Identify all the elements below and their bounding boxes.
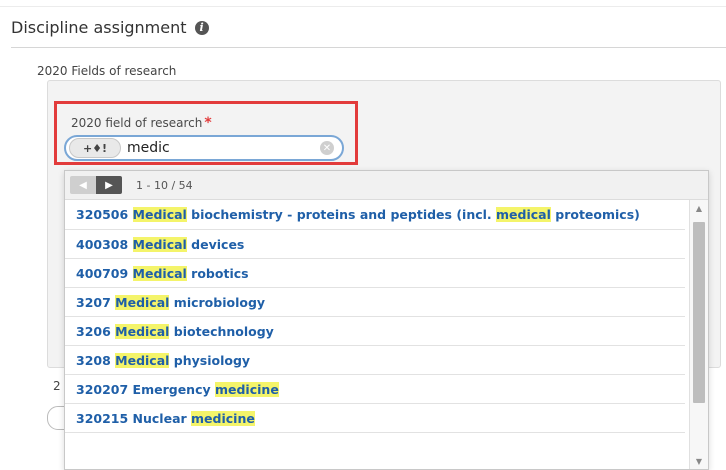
section-title-text: Discipline assignment <box>11 18 187 37</box>
field-of-research-search[interactable]: +♦! medic ✕ <box>64 135 344 161</box>
subsection-label: 2020 Fields of research <box>37 64 177 78</box>
match-highlight: Medical <box>115 324 170 339</box>
result-item[interactable]: 3208 Medical physiology <box>65 346 685 375</box>
result-text: biotechnology <box>169 324 274 339</box>
result-text: 320207 Emergency <box>76 382 215 397</box>
match-highlight: medicine <box>191 411 255 426</box>
result-text: 3206 <box>76 324 116 339</box>
secondary-field-label: 2 <box>53 379 61 393</box>
results-scrollbar[interactable]: ▲ ▼ <box>689 200 708 469</box>
match-highlight: Medical <box>115 353 170 368</box>
match-highlight: Medical <box>132 237 187 252</box>
result-text: microbiology <box>169 295 266 310</box>
result-text: biochemistry - proteins and peptides (in… <box>186 207 497 222</box>
previous-page-button[interactable]: ◀ <box>70 176 96 194</box>
scroll-thumb[interactable] <box>693 222 705 403</box>
match-highlight: medicine <box>214 382 279 397</box>
info-icon[interactable]: i <box>194 20 209 35</box>
match-highlight: Medical <box>132 207 187 222</box>
result-text: 400709 <box>76 266 133 281</box>
match-highlight: Medical <box>132 266 187 281</box>
results-dropdown: ◀ ▶ 1 - 10 / 54 320506 Medical biochemis… <box>64 170 709 470</box>
pager-range: 1 - 10 / 54 <box>136 178 193 192</box>
field-of-research-label: 2020 field of research * <box>71 115 212 131</box>
section-title: Discipline assignment i <box>11 18 209 37</box>
match-highlight: Medical <box>115 295 170 310</box>
search-input[interactable]: medic <box>127 140 320 156</box>
result-text: 400308 <box>76 237 133 252</box>
result-item[interactable]: 400709 Medical robotics <box>65 259 685 288</box>
result-item[interactable]: 400308 Medical devices <box>65 230 685 259</box>
result-text: 320215 Nuclear <box>76 411 192 426</box>
result-item[interactable]: 3207 Medical microbiology <box>65 288 685 317</box>
result-text: robotics <box>186 266 249 281</box>
field-label-text: 2020 field of research <box>71 116 203 130</box>
scroll-up-icon[interactable]: ▲ <box>690 200 708 216</box>
title-divider <box>11 47 726 48</box>
next-page-button[interactable]: ▶ <box>96 176 122 194</box>
top-divider <box>0 6 726 7</box>
result-text: 3207 <box>76 295 116 310</box>
scroll-down-icon[interactable]: ▼ <box>690 453 708 469</box>
search-mode-button[interactable]: +♦! <box>69 138 121 158</box>
result-item[interactable]: 320207 Emergency medicine <box>65 375 685 404</box>
match-highlight: medical <box>496 207 551 222</box>
result-text: 3208 <box>76 353 116 368</box>
clear-icon[interactable]: ✕ <box>320 141 334 155</box>
result-item[interactable]: 3206 Medical biotechnology <box>65 317 685 346</box>
result-text: devices <box>186 237 245 252</box>
results-list: 320506 Medical biochemistry - proteins a… <box>65 200 685 433</box>
result-text: proteomics) <box>550 207 640 222</box>
pager-bar: ◀ ▶ 1 - 10 / 54 <box>65 171 708 200</box>
result-item[interactable]: 320215 Nuclear medicine <box>65 404 685 433</box>
required-asterisk: * <box>204 115 212 131</box>
search-mode-icon: +♦! <box>82 141 108 155</box>
result-text: 320506 <box>76 207 133 222</box>
result-item[interactable]: 320506 Medical biochemistry - proteins a… <box>65 200 685 230</box>
result-text: physiology <box>169 353 251 368</box>
